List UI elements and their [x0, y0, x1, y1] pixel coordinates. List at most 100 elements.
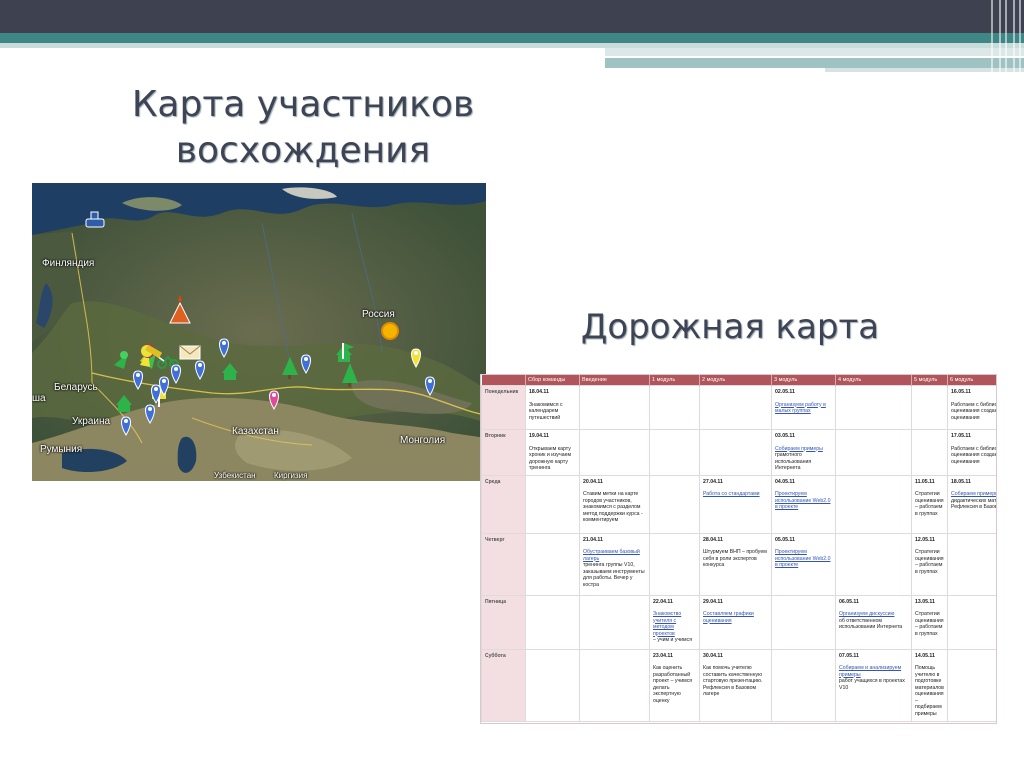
roadmap-row: Четверг 21.04.11 Обустраиваем базовый лаге…	[481, 532, 996, 596]
roadmap-date: 19.04.11	[529, 433, 549, 439]
map-title: Карта участников восхождения	[131, 84, 475, 171]
roadmap-row: Пятница 22.04.11 Знакомство учителя с мето…	[481, 594, 996, 650]
roadmap-cell	[699, 385, 772, 430]
roadmap-column-header: 3 модуль	[771, 375, 836, 386]
roadmap-title: Дорожная карта	[580, 307, 880, 347]
map-label-russia: Россия	[362, 309, 395, 320]
roadmap-date: 29.04.11	[703, 598, 723, 605]
roadmap-column-header: 6 модуль	[947, 375, 996, 386]
roadmap-date: 27.04.11	[703, 478, 723, 485]
map-label-ukraine: Украина	[72, 416, 111, 427]
roadmap-cell	[947, 594, 996, 650]
roadmap-date: 18.05.11	[951, 478, 971, 485]
map-label-kazakhstan: Казахстан	[232, 426, 279, 437]
roadmap-link[interactable]: Составляем графики оценивания	[703, 611, 768, 624]
roadmap-cell: 06.05.11 Организуем дискуссию об ответстве…	[835, 594, 912, 650]
roadmap-link[interactable]: Собираем примеры	[951, 491, 996, 498]
roadmap-cell: 07.05.11 Собираем и анализируем примеры ра…	[835, 648, 912, 722]
participants-map[interactable]: Финляндия Россия Беларусь Украина Казахс…	[32, 183, 486, 481]
roadmap-cell: 21.04.11 Обустраиваем базовый лагерь трени…	[579, 532, 650, 596]
roadmap-cell: 22.04.11 Знакомство учителя с методом про…	[649, 594, 700, 650]
roadmap-column-header: Сбор команды	[525, 375, 580, 386]
roadmap-date: 28.04.11	[703, 536, 723, 543]
roadmap-text: Стратегии оценивания – работаем в группа…	[915, 611, 944, 637]
roadmap-day-cell: Среда	[481, 474, 526, 534]
roadmap-cell: 27.04.11 Работа со стандартами	[699, 474, 772, 534]
roadmap-cell: 17.05.11 Работаем с библиотекой оценивани…	[947, 429, 996, 476]
roadmap-table: Сбор команды Введение 1 модуль 2 модуль 3 мо…	[480, 374, 997, 724]
roadmap-link[interactable]: Работа со стандартами	[703, 491, 768, 498]
roadmap-text: Открываем карту хроник и изучаем дорожну…	[529, 445, 572, 472]
roadmap-row: Понедельник 18.04.11 Знакомимся с календар…	[481, 385, 996, 430]
roadmap-date: 11.05.11	[915, 478, 935, 485]
roadmap-cell: 18.04.11 Знакомимся с календарем путешест…	[525, 385, 580, 430]
roadmap-date: 02.05.11	[775, 389, 795, 395]
roadmap-date: 13.05.11	[915, 598, 935, 605]
roadmap-column-header: 4 модуль	[835, 375, 912, 386]
roadmap-cell	[771, 648, 836, 722]
sun-icon[interactable]	[381, 322, 399, 340]
roadmap-row: Вторник 19.04.11 Открываем карту хроник и …	[481, 429, 996, 476]
roadmap-body: Понедельник 18.04.11 Знакомимся с календар…	[481, 385, 996, 722]
roadmap-cell	[699, 429, 772, 476]
roadmap-cell	[525, 532, 580, 596]
roadmap-day-cell: Пятница	[481, 594, 526, 650]
roadmap-date: 05.05.11	[775, 536, 795, 543]
roadmap-link[interactable]: Проектируем использование Web2.0 в проек…	[775, 491, 832, 511]
roadmap-date: 21.04.11	[583, 536, 603, 543]
header-accent-bar	[605, 48, 1024, 56]
roadmap-cell	[947, 648, 996, 722]
header-stripes	[985, 0, 1024, 72]
roadmap-text: Штурмуем ВНП – пробуем себя в роли экспе…	[703, 549, 767, 568]
map-label-partial: ша	[32, 393, 46, 404]
roadmap-cell	[649, 474, 700, 534]
roadmap-text: Как помочь учителю составить качественну…	[703, 665, 763, 697]
roadmap-cell	[835, 474, 912, 534]
roadmap-cell: 19.04.11 Открываем карту хроник и изучаем…	[525, 429, 580, 476]
roadmap-text: Стратегии оценивания – работаем в группа…	[915, 549, 944, 575]
roadmap-text: Стратегии оценивания – работаем в группа…	[915, 491, 944, 517]
roadmap-day-cell: Четверг	[481, 532, 526, 596]
roadmap-cell	[579, 385, 650, 430]
roadmap-cell	[525, 474, 580, 534]
envelope-icon[interactable]	[179, 345, 201, 360]
roadmap-cell	[649, 532, 700, 596]
roadmap-text: Как оценить разработанный проект – учимс…	[653, 665, 693, 704]
roadmap-cell	[947, 532, 996, 596]
roadmap-cell	[525, 594, 580, 650]
roadmap-cell: 18.05.11 Собираем примеры дидактических ма…	[947, 474, 996, 534]
roadmap-link[interactable]: Собираем и анализируем примеры	[839, 665, 908, 678]
roadmap-link[interactable]: Обустраиваем базовый лагерь	[583, 549, 646, 562]
roadmap-link[interactable]: Знакомство учителя с методом проектов	[653, 611, 696, 637]
roadmap-date: 30.04.11	[703, 652, 723, 659]
roadmap-cell	[911, 429, 948, 476]
roadmap-cell	[835, 532, 912, 596]
roadmap-cell: 11.05.11 Стратегии оценивания – работаем …	[911, 474, 948, 534]
roadmap-cell: 13.05.11 Стратегии оценивания – работаем …	[911, 594, 948, 650]
roadmap-cell: 02.05.11 Организуем работу в малых группа…	[771, 385, 836, 430]
roadmap-date: 22.04.11	[653, 598, 673, 605]
roadmap-day-cell: Вторник	[481, 429, 526, 476]
roadmap-text: Знакомимся с календарем путешествий	[529, 401, 563, 421]
roadmap-text: работ учащихся в проектах V10	[839, 678, 905, 691]
roadmap-row: Суббота 23.04.11 Как оценить разработанный…	[481, 648, 996, 722]
roadmap-date: 17.05.11	[951, 433, 971, 439]
map-label-finland: Финляндия	[42, 258, 95, 269]
roadmap-cell	[911, 385, 948, 430]
roadmap-cell	[835, 385, 912, 430]
roadmap-link[interactable]: Проектируем использование Web2.0 в проек…	[775, 549, 832, 569]
roadmap-cell: 04.05.11 Проектируем использование Web2.0…	[771, 474, 836, 534]
roadmap-day-cell: Понедельник	[481, 385, 526, 430]
map-label-mongolia: Монголия	[400, 435, 446, 446]
roadmap-cell: 29.04.11 Составляем графики оценивания	[699, 594, 772, 650]
roadmap-cell	[649, 429, 700, 476]
roadmap-column-header: 5 модуль	[911, 375, 948, 386]
roadmap-link[interactable]: Организуем работу в малых группах	[775, 402, 832, 415]
roadmap-day-cell: Суббота	[481, 648, 526, 722]
roadmap-date: 12.05.11	[915, 536, 935, 543]
roadmap-text: грамотного использования Интернета	[775, 452, 812, 471]
roadmap-text: Работаем с библиотекой оценивания создае…	[951, 445, 996, 465]
map-label-belarus: Беларусь	[54, 382, 98, 393]
header-bar-dark	[0, 0, 1024, 33]
roadmap-cell	[649, 385, 700, 430]
